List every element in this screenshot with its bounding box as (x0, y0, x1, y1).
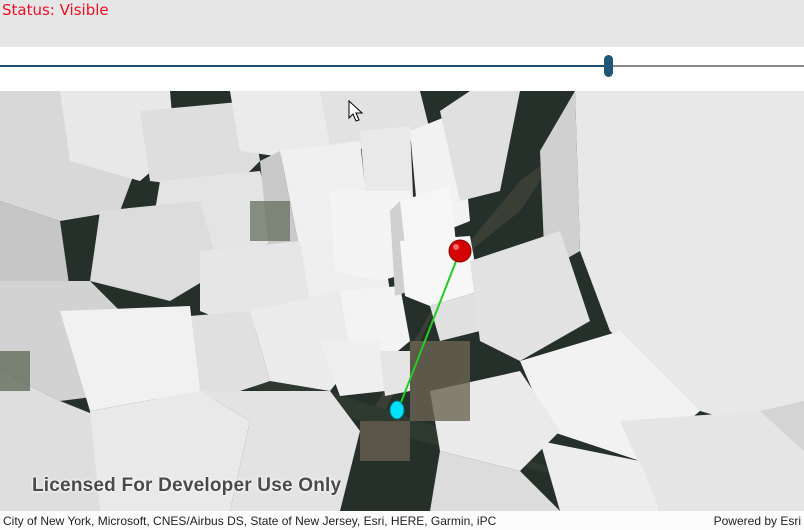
status-bar: Status: Visible (0, 0, 804, 47)
attribution-text: City of New York, Microsoft, CNES/Airbus… (3, 514, 497, 528)
status-text: Status: Visible (2, 1, 109, 19)
powered-by-esri[interactable]: Powered by Esri (714, 514, 801, 528)
slider-track-empty[interactable] (612, 65, 804, 67)
target-marker (389, 400, 405, 420)
observer-marker (448, 239, 472, 263)
developer-watermark: Licensed For Developer Use Only (32, 475, 342, 496)
slider-track-filled[interactable] (0, 65, 608, 67)
slider-container[interactable] (0, 47, 804, 91)
scene-view[interactable] (0, 91, 804, 511)
city-3d-scene[interactable] (0, 91, 804, 511)
attribution-bar: City of New York, Microsoft, CNES/Airbus… (0, 511, 804, 530)
mouse-cursor-icon (348, 100, 364, 122)
slider-thumb[interactable] (604, 55, 613, 77)
